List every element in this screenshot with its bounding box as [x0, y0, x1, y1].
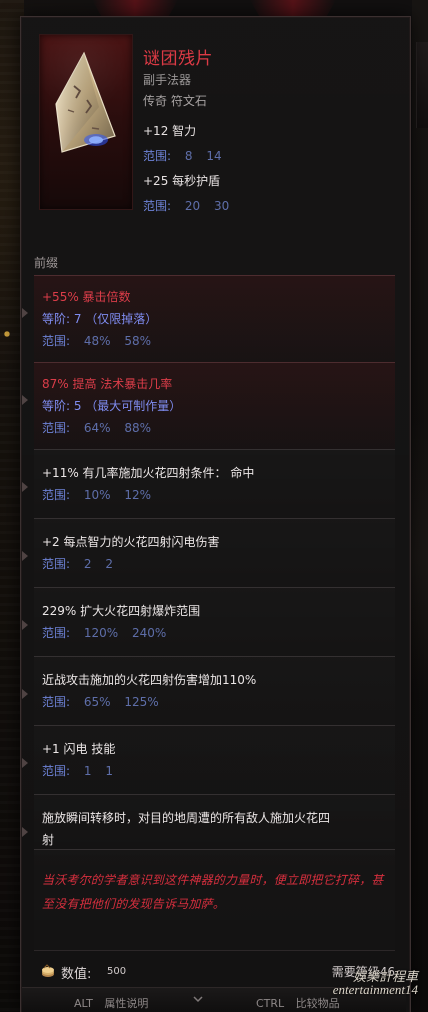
affix-1-range: 范围: 48% 58%: [42, 332, 151, 349]
affix-8-line-2: 射: [42, 833, 55, 847]
affix-row: 229% 扩大火花四射爆炸范围 范围: 120% 240%: [22, 587, 395, 656]
right-background-edge: [412, 0, 428, 1012]
watermark-line-2: entertainment14: [332, 982, 418, 997]
affix-1-tier: 等阶: 7 （仅限掉落）: [42, 312, 158, 326]
affix-1-range-min: 48%: [83, 334, 111, 348]
background-glow: [2, 326, 12, 342]
affix-2-range-label: 范围:: [42, 421, 71, 435]
base-stat-1-range-min: 8: [184, 149, 193, 163]
affix-5-range-label: 范围:: [42, 626, 71, 640]
affix-7-title: +1 闪电 技能: [42, 742, 116, 756]
affix-6-range-label: 范围:: [42, 695, 71, 709]
value-label: 数值:: [61, 967, 92, 982]
item-header: 谜团残片 副手法器 传奇 符文石 +12 智力 范围: 8 14 +25 每秒护…: [39, 34, 387, 248]
affix-row: 87% 提高 法术暴击几率 等阶: 5 （最大可制作量） 范围: 64% 88%: [22, 362, 395, 449]
item-rarity: 传奇 符文石: [143, 94, 207, 108]
flavor-text: 当沃考尔的学者意识到这件神器的力量时，便立即把它打碎，甚至没有把他们的发现告诉马…: [42, 873, 384, 911]
affix-3-title: +11% 有几率施加火花四射条件： 命中: [42, 466, 255, 480]
affix-row: 施放瞬间转移时，对目的地周遭的所有敌人施加火花四 射: [22, 794, 395, 855]
affix-4-range-max: 2: [105, 557, 113, 571]
affix-4-title: +2 每点智力的火花四射闪电伤害: [42, 535, 220, 549]
affix-7-range-min: 1: [83, 764, 92, 778]
affix-2-title: 87% 提高 法术暴击几率: [42, 377, 173, 391]
affix-row: +2 每点智力的火花四射闪电伤害 范围: 2 2: [22, 518, 395, 587]
base-stat-2-range-max: 30: [213, 199, 230, 213]
affix-7-range-max: 1: [105, 764, 113, 778]
affix-row: +55% 暴击倍数 等阶: 7 （仅限掉落） 范围: 48% 58%: [22, 275, 395, 362]
affix-3-range-label: 范围:: [42, 488, 71, 502]
base-stat-2-range: 范围: 20 30: [143, 197, 229, 214]
affix-6-range-min: 65%: [83, 695, 111, 709]
flavor-text-block: 当沃考尔的学者意识到这件神器的力量时，便立即把它打碎，甚至没有把他们的发现告诉马…: [34, 849, 395, 951]
affix-2-range-min: 64%: [83, 421, 111, 435]
watermark: 娛樂計程車 entertainment14: [333, 970, 418, 996]
base-stat-1-range: 范围: 8 14: [143, 147, 222, 164]
affix-4-range-label: 范围:: [42, 557, 71, 571]
affix-2-range: 范围: 64% 88%: [42, 419, 151, 436]
game-item-tooltip-screen: 谜团残片 副手法器 传奇 符文石 +12 智力 范围: 8 14 +25 每秒护…: [0, 0, 428, 1012]
item-tooltip: 谜团残片 副手法器 传奇 符文石 +12 智力 范围: 8 14 +25 每秒护…: [20, 16, 411, 1012]
affix-8-line-1: 施放瞬间转移时，对目的地周遭的所有敌人施加火花四: [42, 811, 331, 825]
affix-4-range-min: 2: [83, 557, 92, 571]
base-stat-1-range-max: 14: [206, 149, 222, 163]
coin-icon: [42, 964, 54, 977]
base-stat-2-range-label: 范围:: [143, 199, 172, 213]
affix-row: +1 闪电 技能 范围: 1 1: [22, 725, 395, 794]
affix-3-range-min: 10%: [83, 488, 111, 502]
affix-1-title: +55% 暴击倍数: [42, 290, 131, 304]
ctrl-key: CTRL: [256, 997, 285, 1010]
affix-6-range-max: 125%: [124, 695, 159, 709]
base-stat-2-range-min: 20: [184, 199, 201, 213]
affix-5-range-min: 120%: [83, 626, 119, 640]
alt-key: ALT: [74, 997, 93, 1010]
item-name: 谜团残片: [143, 49, 213, 69]
ctrl-hint: CTRL 比较物品: [256, 995, 340, 1011]
affix-7-range-label: 范围:: [42, 764, 71, 778]
affix-5-range-max: 240%: [132, 626, 167, 640]
affix-row: 近战攻击施加的火花四射伤害增加110% 范围: 65% 125%: [22, 656, 395, 725]
affix-5-title: 229% 扩大火花四射爆炸范围: [42, 604, 201, 618]
affix-5-range: 范围: 120% 240%: [42, 624, 166, 641]
affix-3-range: 范围: 10% 12%: [42, 486, 151, 503]
item-art-frame: [39, 34, 133, 210]
chevron-down-icon: [193, 996, 203, 1003]
alt-hint: ALT 属性说明: [74, 995, 148, 1011]
item-subtype: 副手法器: [143, 73, 192, 87]
affix-list: +55% 暴击倍数 等阶: 7 （仅限掉落） 范围: 48% 58% 87% 提…: [22, 275, 395, 855]
affix-1-range-max: 58%: [124, 334, 152, 348]
alt-label: 属性说明: [104, 997, 149, 1010]
affix-1-range-label: 范围:: [42, 334, 71, 348]
base-stat-1-range-label: 范围:: [143, 149, 172, 163]
base-stat-1: +12 智力: [143, 124, 197, 138]
affix-6-range: 范围: 65% 125%: [42, 693, 159, 710]
value-number: 500: [107, 966, 127, 977]
affix-6-title: 近战攻击施加的火花四射伤害增加110%: [42, 673, 257, 687]
prefix-label: 前缀: [34, 256, 59, 270]
side-panel-edge: [416, 42, 428, 128]
affix-3-range-max: 12%: [124, 488, 152, 502]
affix-2-range-max: 88%: [124, 421, 152, 435]
runestone-icon: [55, 51, 116, 153]
affix-2-tier: 等阶: 5 （最大可制作量）: [42, 399, 182, 413]
affix-row: +11% 有几率施加火花四射条件： 命中 范围: 10% 12%: [22, 449, 395, 518]
base-stat-2: +25 每秒护盾: [143, 174, 221, 188]
ctrl-label: 比较物品: [295, 997, 340, 1010]
affix-4-range: 范围: 2 2: [42, 555, 113, 572]
affix-7-range: 范围: 1 1: [42, 762, 113, 779]
